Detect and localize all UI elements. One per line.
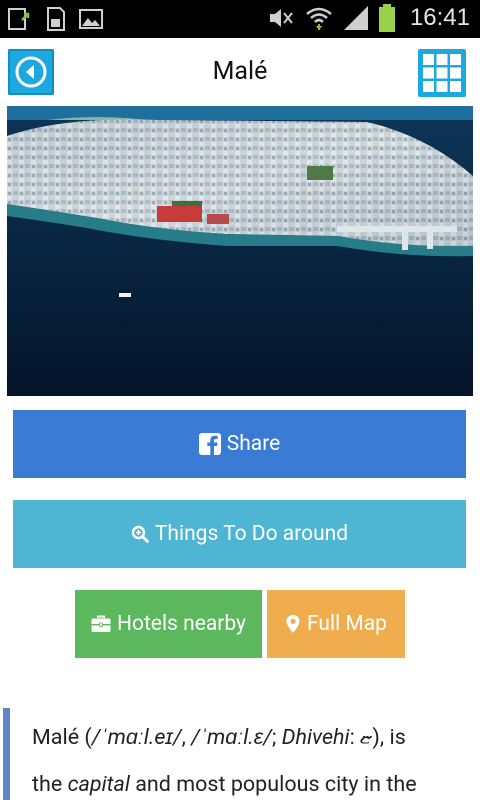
sd-card-icon — [47, 7, 65, 31]
hotels-nearby-label: Hotels nearby — [116, 612, 246, 636]
clock: 16:41 — [409, 4, 470, 31]
page-title: Malé — [212, 57, 268, 86]
mute-icon — [269, 9, 293, 27]
back-button[interactable] — [8, 49, 54, 95]
article-line: the capital and most populous city in th… — [32, 772, 417, 797]
wifi-icon — [306, 7, 332, 30]
share-label: Share — [226, 432, 281, 456]
app-header: Malé — [0, 38, 480, 106]
upload-icon — [8, 8, 30, 30]
signal-icon — [343, 6, 368, 30]
language-link[interactable]: Dhivehi — [282, 725, 350, 750]
map-marker-icon — [286, 615, 300, 633]
briefcase-icon — [91, 615, 111, 632]
battery-icon — [378, 4, 395, 32]
city-photo — [7, 106, 473, 396]
full-map-label: Full Map — [307, 612, 387, 636]
pronunciation-link[interactable]: /ˈmɑːl.eɪ/ — [92, 725, 182, 750]
article-text: Malé (/ˈmɑːl.eɪ/, /ˈmɑːl.ɛ/; Dhivehi: ޏ)… — [32, 714, 472, 808]
things-to-do-label: Things To Do around — [154, 522, 349, 546]
things-to-do-button[interactable]: Things To Do around — [13, 500, 466, 568]
grid-icon — [423, 54, 461, 92]
quote-bar — [3, 708, 10, 800]
menu-grid-button[interactable] — [418, 49, 466, 97]
status-bar: 16:41 — [0, 0, 480, 38]
article-line: Malé (/ˈmɑːl.eɪ/, /ˈmɑːl.ɛ/; Dhivehi: ޏ)… — [32, 725, 406, 750]
back-arrow-icon — [15, 56, 47, 88]
article-excerpt: Malé (/ˈmɑːl.eɪ/, /ˈmɑːl.ɛ/; Dhivehi: ޏ)… — [0, 708, 480, 800]
facebook-icon — [198, 433, 221, 455]
pronunciation-link[interactable]: /ˈmɑːl.ɛ/ — [191, 725, 272, 750]
hotels-nearby-button[interactable]: Hotels nearby — [75, 590, 262, 658]
zoom-search-icon — [131, 525, 149, 543]
capital-link[interactable]: capital — [68, 772, 130, 797]
full-map-button[interactable]: Full Map — [267, 590, 405, 658]
image-icon — [79, 9, 103, 29]
share-button[interactable]: Share — [13, 410, 466, 478]
